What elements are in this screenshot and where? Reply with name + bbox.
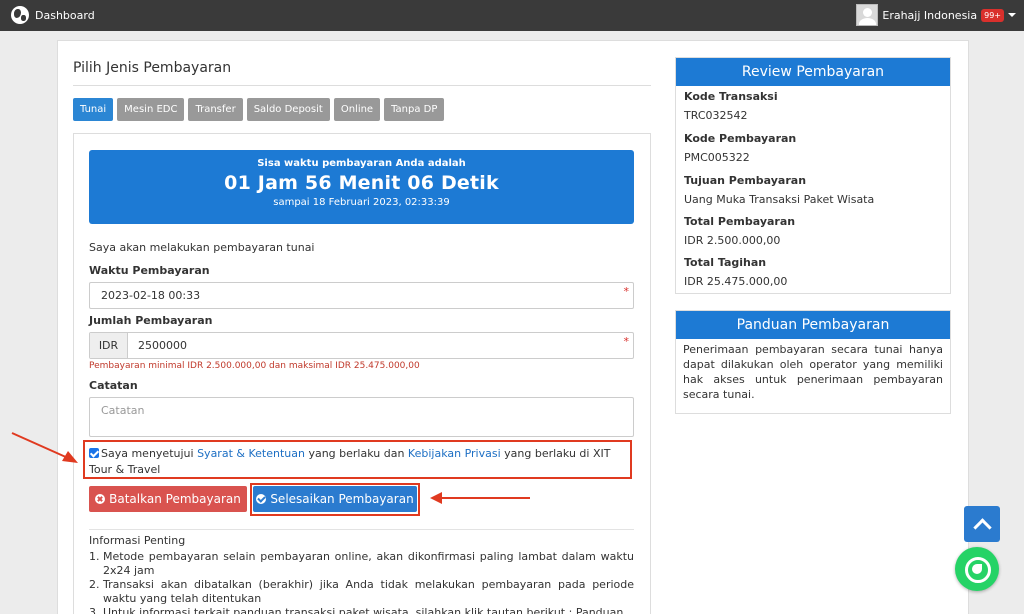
kode-transaksi-label: Kode Transaksi bbox=[684, 90, 778, 103]
info-item: Metode pembayaran selain pembayaran onli… bbox=[103, 550, 634, 578]
guide-text: Penerimaan pembayaran secara tunai hanya… bbox=[683, 343, 943, 401]
total-tagihan-value: IDR 25.475.000,00 bbox=[684, 275, 788, 288]
total-tagihan-label: Total Tagihan bbox=[684, 256, 767, 269]
review-title: Review Pembayaran bbox=[676, 58, 950, 86]
annotation-arrowhead-right bbox=[430, 492, 442, 504]
total-pembayaran-label: Total Pembayaran bbox=[684, 215, 796, 228]
tujuan-label: Tujuan Pembayaran bbox=[684, 174, 807, 187]
kode-pembayaran-label: Kode Pembayaran bbox=[684, 132, 797, 145]
info-item: Untuk informasi terkait panduan transaks… bbox=[103, 606, 634, 614]
info-item: Transaksi akan dibatalkan (berakhir) jik… bbox=[103, 578, 634, 606]
guide-title: Panduan Pembayaran bbox=[676, 311, 950, 339]
tujuan-value: Uang Muka Transaksi Paket Wisata bbox=[684, 193, 875, 206]
kode-transaksi-link[interactable]: TRC032542 bbox=[684, 109, 748, 122]
divider bbox=[89, 529, 634, 530]
annotation-arrow-left bbox=[11, 432, 69, 459]
annotation-arrowhead-left bbox=[62, 451, 78, 463]
important-info: Informasi Penting Metode pembayaran sela… bbox=[89, 534, 634, 614]
scroll-top-button[interactable] bbox=[964, 506, 1000, 542]
total-pembayaran-value: IDR 2.500.000,00 bbox=[684, 234, 781, 247]
whatsapp-button[interactable] bbox=[955, 547, 999, 591]
kode-pembayaran-value: PMC005322 bbox=[684, 151, 750, 164]
info-title: Informasi Penting bbox=[89, 534, 186, 547]
